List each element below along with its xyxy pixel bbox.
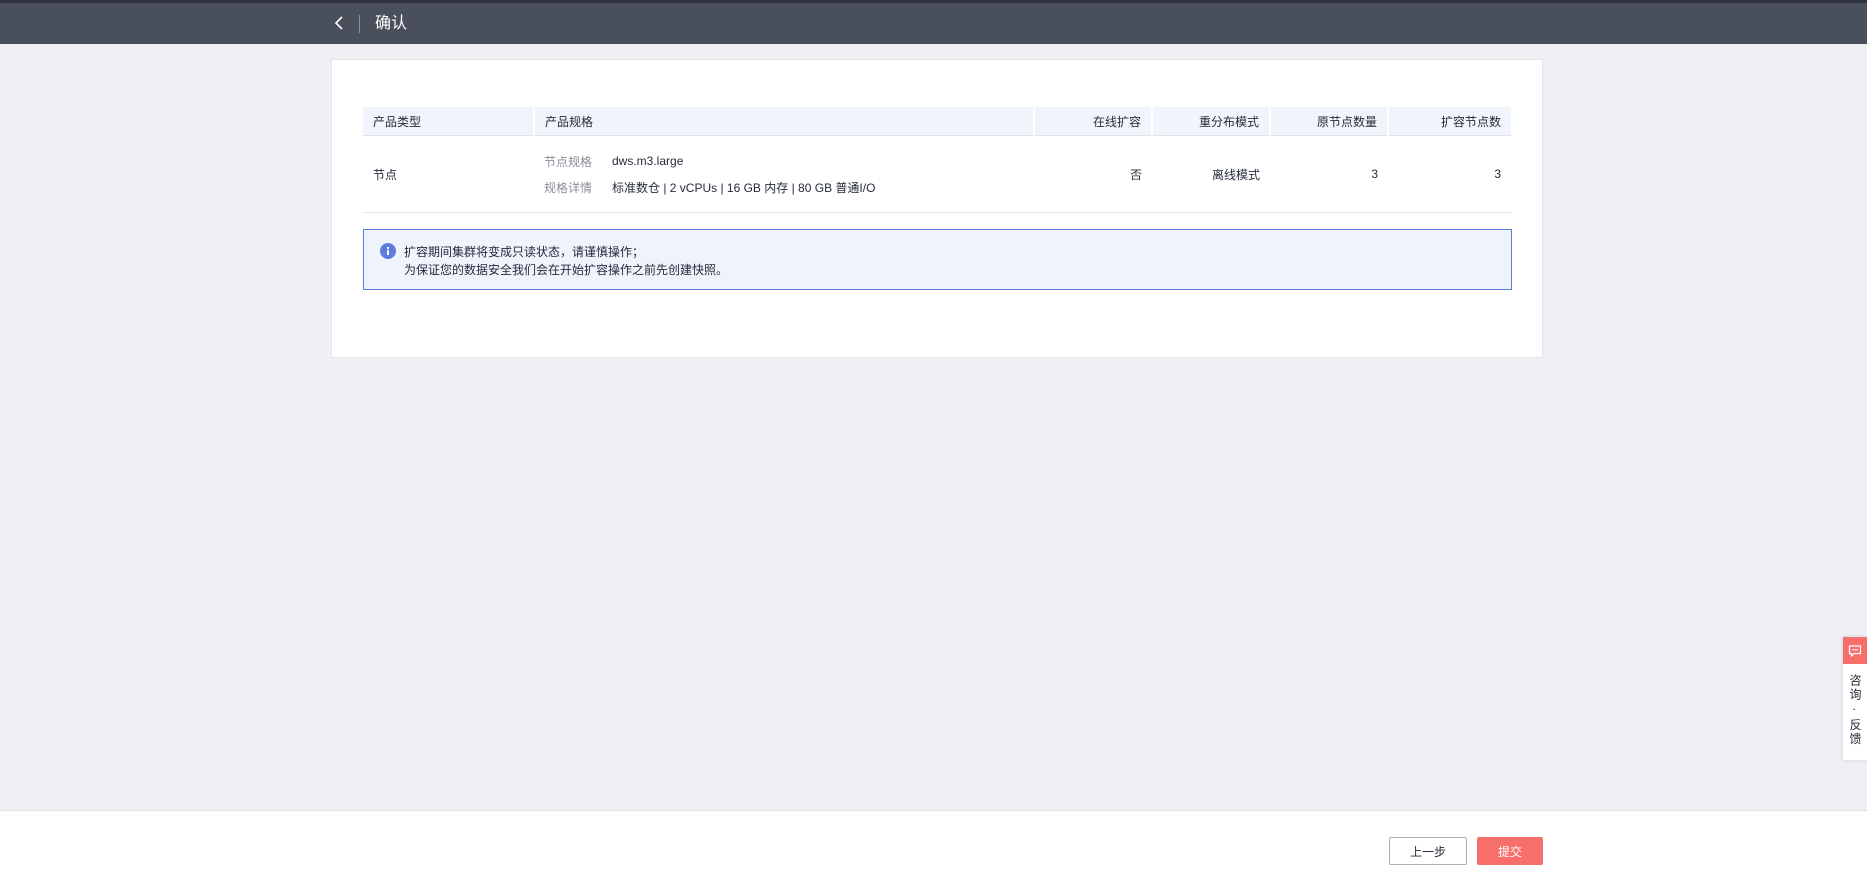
column-header-original-nodes: 原节点数量 [1269,107,1388,136]
notice-line: 扩容期间集群将变成只读状态，请谨慎操作； [404,245,645,259]
chevron-left-icon [334,16,343,30]
page-title: 确认 [375,15,408,32]
page-header: 确认 [0,3,1867,44]
spec-line-node: 节点规格 dws.m3.large [544,148,1024,174]
notice-text: 扩容期间集群将变成只读状态，请谨慎操作； 为保证您的数据安全我们会在开始扩容操作… [404,243,728,279]
detail-label: 规格详情 [544,180,593,195]
column-header-product-spec: 产品规格 [533,107,1034,136]
table-header-row: 产品类型 产品规格 在线扩容 重分布模式 原节点数量 扩容节点数 [363,107,1511,136]
back-button[interactable] [329,12,351,34]
detail-value: 标准数仓 | 2 vCPUs | 16 GB 内存 | 80 GB 普通I/O [612,180,876,195]
cell-original-nodes: 3 [1270,135,1388,213]
notice-box: 扩容期间集群将变成只读状态，请谨慎操作； 为保证您的数据安全我们会在开始扩容操作… [363,229,1512,290]
consult-feedback-label: 咨询 · 反馈 [1848,674,1862,747]
cell-online-expansion: 否 [1034,135,1152,213]
spec-line-detail: 规格详情 标准数仓 | 2 vCPUs | 16 GB 内存 | 80 GB 普… [544,174,1024,200]
info-icon [380,243,396,259]
submit-button[interactable]: 提交 [1477,837,1543,865]
notice-line: 为保证您的数据安全我们会在开始扩容操作之前先创建快照。 [404,263,729,277]
confirm-card: 产品类型 产品规格 在线扩容 重分布模式 原节点数量 扩容节点数 节点 节点规格… [331,59,1543,358]
cell-product-type: 节点 [363,135,534,213]
cell-expansion-nodes: 3 [1388,135,1511,213]
column-header-online-expansion: 在线扩容 [1033,107,1152,136]
float-panel-head [1843,637,1867,664]
chat-icon [1848,644,1862,657]
header-divider [359,15,360,33]
footer-bar: 上一步 提交 [0,810,1867,882]
previous-step-button[interactable]: 上一步 [1389,837,1467,865]
table-row: 节点 节点规格 dws.m3.large 规格详情 标准数仓 | 2 vCPUs… [363,135,1511,213]
spec-label: 节点规格 [544,154,593,169]
cell-product-spec: 节点规格 dws.m3.large 规格详情 标准数仓 | 2 vCPUs | … [534,135,1034,213]
cell-redistribution-mode: 离线模式 [1152,135,1270,213]
consult-feedback-panel[interactable]: 咨询 · 反馈 [1843,637,1867,760]
spec-table: 产品类型 产品规格 在线扩容 重分布模式 原节点数量 扩容节点数 节点 节点规格… [363,107,1511,213]
column-header-expansion-nodes: 扩容节点数 [1387,107,1511,136]
column-header-product-type: 产品类型 [363,107,534,136]
column-header-redistribution-mode: 重分布模式 [1151,107,1270,136]
spec-value: dws.m3.large [612,154,684,168]
